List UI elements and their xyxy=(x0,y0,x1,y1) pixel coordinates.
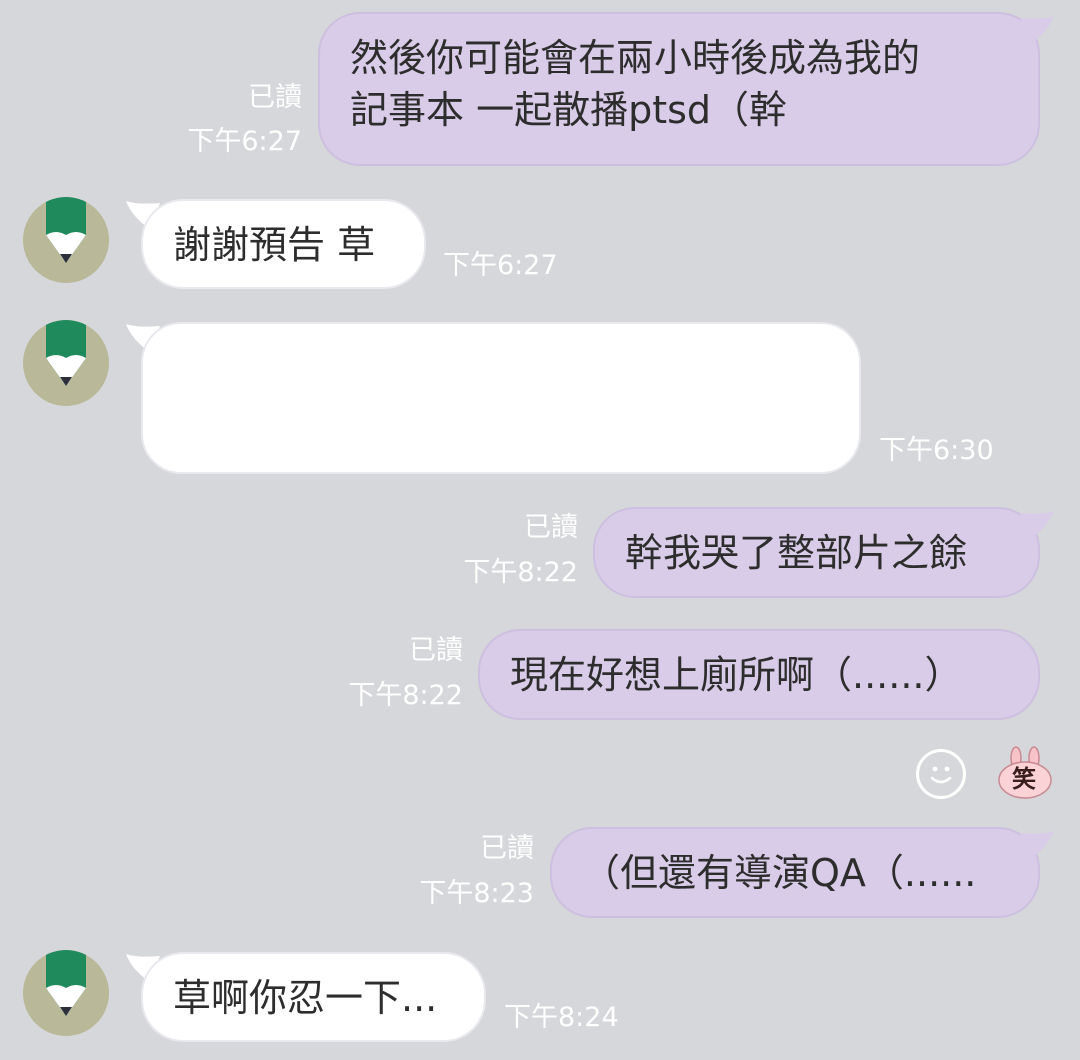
message-text-line-1: 然後你可能會在兩小時後成為我的 xyxy=(350,36,921,80)
message-text: 幹我哭了整部片之餘 xyxy=(625,531,968,575)
read-receipt: 已讀 xyxy=(409,635,463,666)
message-time: 下午8:22 xyxy=(463,557,578,588)
read-receipt: 已讀 xyxy=(248,82,302,113)
read-receipt: 已讀 xyxy=(524,512,578,543)
message-time: 下午6:30 xyxy=(879,435,994,466)
message-bubble[interactable]: 現在好想上廁所啊（......） xyxy=(478,629,1040,720)
message-bubble[interactable]: 幹我哭了整部片之餘 xyxy=(593,507,1040,598)
read-receipt: 已讀 xyxy=(480,833,534,864)
pencil-avatar-icon xyxy=(46,197,86,263)
pencil-avatar-icon xyxy=(46,950,86,1016)
message-bubble[interactable]: 然後你可能會在兩小時後成為我的 記事本 一起散播ptsd（幹 xyxy=(318,12,1040,166)
message-text: （但還有導演QA（...... xyxy=(582,851,977,895)
message-text: 謝謝預告 草 xyxy=(173,223,376,267)
bubble-tail xyxy=(1020,511,1054,539)
message-bubble[interactable]: （但還有導演QA（...... xyxy=(550,827,1040,918)
sticker-text: 笑 xyxy=(1012,765,1036,793)
message-bubble[interactable]: 謝謝預告 草 xyxy=(141,199,426,289)
avatar[interactable] xyxy=(23,950,109,1036)
laughing-bunny-sticker-icon[interactable]: 笑 xyxy=(996,746,1054,800)
smiley-face-icon[interactable] xyxy=(916,749,966,799)
message-time: 下午8:24 xyxy=(504,1002,619,1033)
message-time: 下午6:27 xyxy=(443,250,558,281)
message-time: 下午8:23 xyxy=(419,878,534,909)
message-text: 草啊你忍一下... xyxy=(173,976,438,1020)
message-time: 下午8:22 xyxy=(348,680,463,711)
message-time: 下午6:27 xyxy=(187,126,302,157)
avatar[interactable] xyxy=(23,197,109,283)
bubble-tail xyxy=(1020,831,1054,859)
message-text-line-2: 記事本 一起散播ptsd（幹 xyxy=(350,88,788,132)
bubble-tail xyxy=(1020,16,1054,44)
message-text: 現在好想上廁所啊（......） xyxy=(510,653,963,697)
message-bubble[interactable] xyxy=(141,322,861,474)
message-bubble[interactable]: 草啊你忍一下... xyxy=(141,952,486,1042)
pencil-avatar-icon xyxy=(46,320,86,386)
avatar[interactable] xyxy=(23,320,109,406)
